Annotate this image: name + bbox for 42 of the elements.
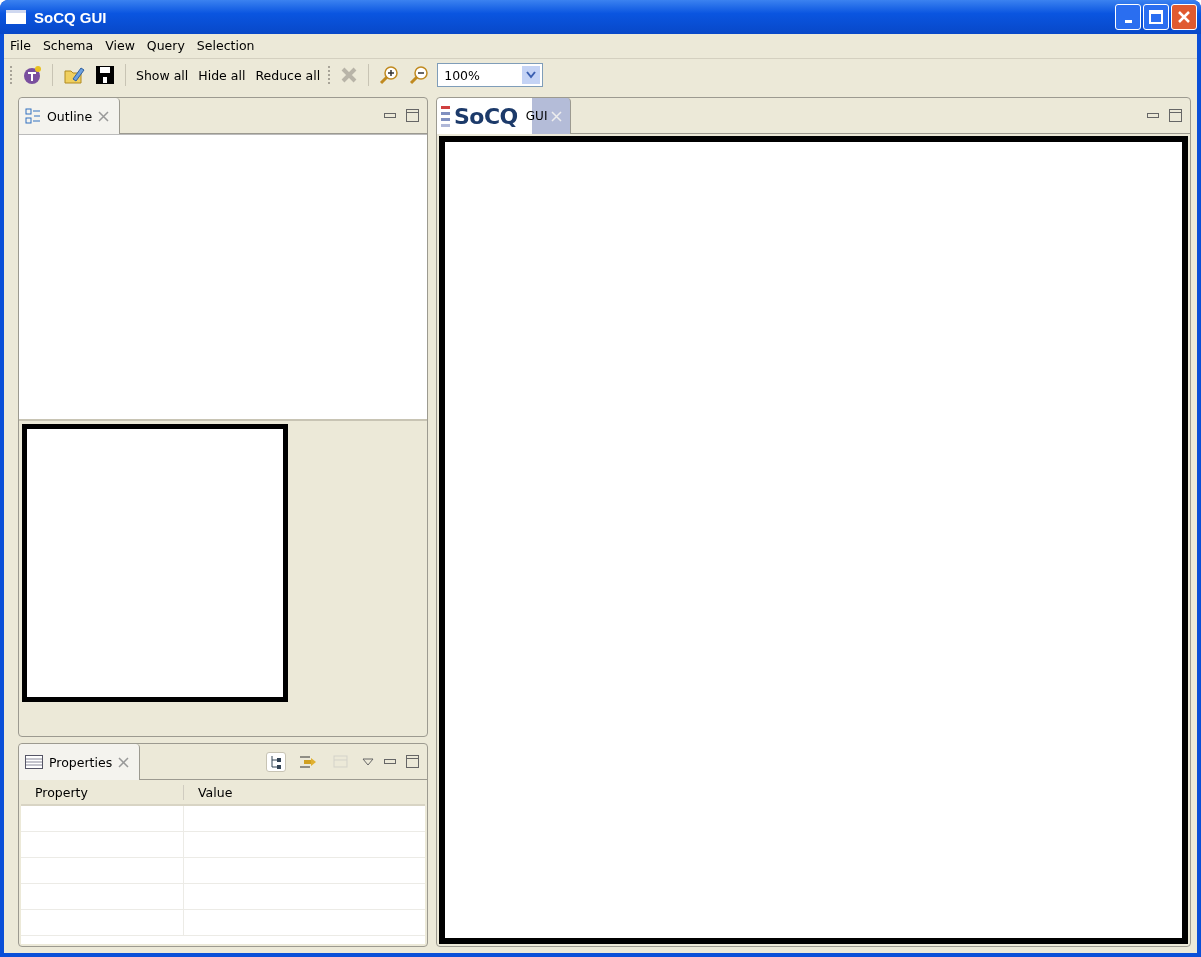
outline-tab[interactable]: Outline <box>19 98 121 134</box>
menu-item[interactable]: Schema <box>42 38 94 54</box>
editor-tab[interactable]: SoCQ GUI <box>437 98 572 134</box>
tree-icon[interactable] <box>266 751 286 772</box>
close-icon <box>1177 10 1191 24</box>
logo-text: SoCQ <box>454 103 518 129</box>
menu-item[interactable]: Selection <box>196 38 255 54</box>
close-icon[interactable] <box>118 756 130 768</box>
minimize-icon <box>1124 19 1132 23</box>
minimize-icon[interactable] <box>384 112 396 119</box>
close-button[interactable] <box>1171 4 1197 30</box>
minimize-icon[interactable] <box>1147 112 1159 119</box>
properties-tab[interactable]: Properties <box>19 744 141 780</box>
maximize-button[interactable] <box>1143 4 1169 30</box>
toolbar-grip <box>328 66 333 84</box>
toolbar-button[interactable]: Show all <box>134 67 191 83</box>
column-header[interactable]: Value <box>184 784 233 800</box>
save-icon[interactable] <box>93 65 117 85</box>
minimize-button[interactable] <box>1115 4 1141 30</box>
table-icon <box>25 755 43 769</box>
maximize-icon[interactable] <box>1169 109 1182 122</box>
chevron-down-icon <box>526 71 537 79</box>
menu-item[interactable]: Query <box>146 38 185 54</box>
window-icon <box>6 10 26 24</box>
window-title: SoCQ GUI <box>34 8 107 26</box>
maximize-icon[interactable] <box>406 109 419 122</box>
overview-viewport[interactable] <box>22 424 288 702</box>
column-header[interactable]: Property <box>21 784 184 800</box>
menu-item[interactable]: View <box>105 38 135 54</box>
zoom-dropdown[interactable]: 100% <box>437 63 544 87</box>
toolbar-button[interactable]: Reduce all <box>253 67 323 83</box>
maximize-icon[interactable] <box>406 755 419 768</box>
close-icon[interactable] <box>98 110 110 122</box>
toolbar-grip <box>10 66 14 84</box>
maximize-icon <box>1149 10 1163 24</box>
minimize-icon[interactable] <box>384 758 396 765</box>
toolbar-button[interactable]: Hide all <box>196 67 248 83</box>
outline-icon <box>25 108 41 124</box>
menu-item[interactable]: File <box>10 38 31 54</box>
stripes-icon <box>441 105 450 127</box>
view-menu-icon[interactable] <box>362 757 374 766</box>
folder-pencil-icon[interactable] <box>61 65 87 85</box>
